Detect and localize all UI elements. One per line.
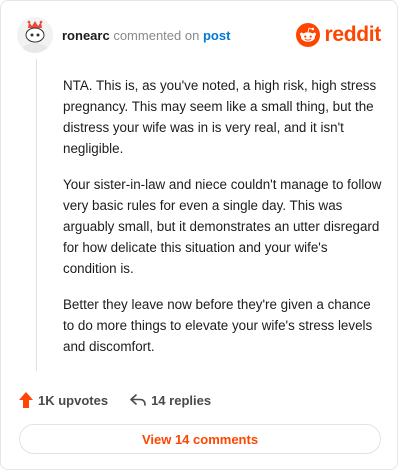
comment-body: NTA. This is, as you've noted, a high ri…	[63, 75, 383, 372]
reddit-snoo-icon	[296, 23, 321, 47]
comment-meta: ronearc commented on post	[62, 28, 230, 43]
reply-arrow-icon	[130, 394, 146, 406]
replies-button[interactable]: 14 replies	[130, 393, 211, 408]
comment-header: ronearc commented on post reddit	[17, 15, 381, 55]
thread-line	[36, 59, 37, 371]
replies-count: 14 replies	[151, 392, 212, 408]
comment-actions: 1K upvotes 14 replies	[19, 389, 233, 411]
view-comments-button[interactable]: View 14 comments	[19, 424, 381, 454]
snoo-avatar-icon	[17, 17, 53, 53]
upvote-button[interactable]: 1K upvotes	[19, 392, 108, 408]
comment-paragraph: Your sister-in-law and niece couldn't ma…	[63, 177, 382, 276]
comment-paragraph: Better they leave now before they're giv…	[63, 297, 373, 354]
commented-on-text: commented on	[113, 27, 200, 43]
username-link[interactable]: ronearc	[62, 28, 110, 43]
upvotes-count: 1K upvotes	[38, 392, 109, 408]
reddit-logo[interactable]: reddit	[296, 23, 381, 47]
comment-paragraph: NTA. This is, as you've noted, a high ri…	[63, 78, 377, 156]
user-avatar[interactable]	[17, 17, 53, 53]
reddit-wordmark: reddit	[324, 23, 381, 46]
upvote-arrow-icon	[19, 392, 33, 408]
comment-embed-card: ronearc commented on post reddit NTA. Th…	[0, 0, 398, 470]
post-link[interactable]: post	[203, 28, 230, 43]
